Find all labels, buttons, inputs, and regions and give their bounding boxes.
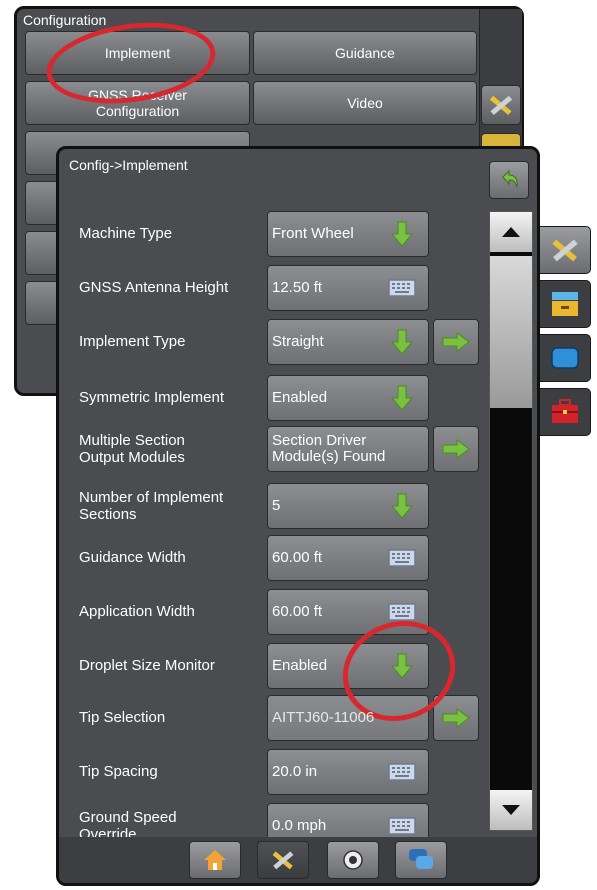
camera-nav-button[interactable]	[327, 841, 379, 879]
arrow-down-icon	[391, 653, 413, 679]
screen-icon	[551, 347, 579, 369]
tip-spacing-value: 20.0 in	[272, 763, 318, 780]
scroll-thumb[interactable]	[490, 256, 532, 408]
config-implement-panel: Config->Implement Machine Type Front Whee…	[56, 146, 540, 886]
triangle-down-icon	[502, 805, 520, 815]
gnss-antenna-height-keyboard-button[interactable]	[380, 269, 424, 307]
arrow-down-icon	[391, 385, 413, 411]
symmetric-implement-field[interactable]: Enabled	[267, 375, 429, 421]
machine-type-field[interactable]: Front Wheel	[267, 211, 429, 257]
tip-spacing-keyboard-button[interactable]	[380, 753, 424, 791]
implement-type-next-button[interactable]	[433, 319, 479, 365]
application-width-field[interactable]: 60.00 ft	[267, 589, 429, 635]
keyboard-icon	[388, 817, 416, 835]
video-button[interactable]: Video	[253, 81, 477, 125]
implement-button-label: Implement	[104, 45, 171, 61]
tip-spacing-label: Tip Spacing	[79, 763, 158, 780]
gnss-antenna-height-label: GNSS Antenna Height	[79, 279, 229, 296]
implement-type-dropdown-button[interactable]	[380, 323, 424, 361]
chat-icon	[409, 849, 433, 869]
implement-type-value: Straight	[272, 333, 324, 350]
tools-icon	[272, 851, 294, 870]
multiple-section-output-modules-label: Multiple Section Output Modules	[79, 432, 185, 466]
droplet-size-monitor-field[interactable]: Enabled	[267, 643, 429, 689]
number-of-implement-sections-field[interactable]: 5	[267, 483, 429, 529]
symmetric-implement-label: Symmetric Implement	[79, 389, 225, 406]
arrow-down-icon	[391, 329, 413, 355]
guidance-width-keyboard-button[interactable]	[380, 539, 424, 577]
bottom-navigation	[59, 837, 537, 883]
tools-icon	[489, 95, 513, 116]
gnss-antenna-height-value: 12.50 ft	[272, 279, 323, 296]
arrow-right-icon	[442, 439, 470, 459]
side-tab-console[interactable]	[540, 280, 591, 328]
symmetric-implement-dropdown-button[interactable]	[380, 379, 424, 417]
machine-type-label: Machine Type	[79, 225, 173, 242]
tip-selection-value: AITTJ60-11006	[272, 709, 375, 726]
scroll-up-button[interactable]	[490, 212, 532, 252]
arrow-right-icon	[442, 708, 470, 728]
toolbox-icon	[552, 399, 578, 423]
gnss-receiver-configuration-button[interactable]: GNSS Receiver Configuration	[25, 81, 250, 125]
keyboard-icon	[388, 763, 416, 781]
tip-spacing-field[interactable]: 20.0 in	[267, 749, 429, 795]
implement-type-field[interactable]: Straight	[267, 319, 429, 365]
keyboard-icon	[388, 279, 416, 297]
multiple-section-output-modules-value: Section Driver Module(s) Found	[272, 432, 386, 465]
guidance-width-field[interactable]: 60.00 ft	[267, 535, 429, 581]
return-button[interactable]	[489, 161, 529, 199]
multiple-section-output-modules-field[interactable]: Section Driver Module(s) Found	[267, 426, 429, 472]
number-of-implement-sections-dropdown-button[interactable]	[380, 487, 424, 525]
application-width-value: 60.00 ft	[272, 603, 323, 620]
side-tab-screen[interactable]	[540, 334, 591, 382]
application-width-label: Application Width	[79, 603, 195, 620]
triangle-up-icon	[502, 227, 520, 237]
arrow-down-icon	[391, 221, 413, 247]
application-width-keyboard-button[interactable]	[380, 593, 424, 631]
arrow-right-icon	[442, 332, 470, 352]
droplet-size-monitor-value: Enabled	[272, 657, 328, 674]
symmetric-implement-value: Enabled	[272, 389, 328, 406]
implement-button[interactable]: Implement	[25, 31, 250, 75]
gnss-antenna-height-field[interactable]: 12.50 ft	[267, 265, 429, 311]
chat-nav-button[interactable]	[395, 841, 447, 879]
guidance-button-label: Guidance	[335, 45, 395, 61]
tip-selection-next-button[interactable]	[433, 695, 479, 741]
return-arrow-icon	[502, 169, 518, 188]
side-tab-toolbox[interactable]	[540, 388, 591, 436]
home-icon	[204, 850, 226, 870]
implement-type-label: Implement Type	[79, 333, 186, 350]
multiple-section-output-modules-next-button[interactable]	[433, 426, 479, 472]
tools-icon	[552, 239, 578, 262]
tip-selection-field[interactable]: AITTJ60-11006	[267, 695, 429, 741]
gnss-button-label: GNSS Receiver Configuration	[88, 87, 187, 119]
ground-speed-override-value: 0.0 mph	[272, 817, 327, 834]
droplet-size-monitor-dropdown-button[interactable]	[380, 647, 424, 685]
guidance-button[interactable]: Guidance	[253, 31, 477, 75]
console-icon	[552, 292, 578, 316]
panel-title: Config->Implement	[69, 157, 188, 173]
keyboard-icon	[388, 549, 416, 567]
side-tab-tools[interactable]	[540, 226, 591, 274]
tip-selection-label: Tip Selection	[79, 709, 166, 726]
configuration-title: Configuration	[23, 12, 107, 28]
guidance-width-value: 60.00 ft	[272, 549, 323, 566]
video-button-label: Video	[347, 95, 383, 111]
number-of-implement-sections-value: 5	[272, 497, 281, 514]
keyboard-icon	[388, 603, 416, 621]
droplet-size-monitor-label: Droplet Size Monitor	[79, 657, 215, 674]
scrollbar[interactable]	[489, 211, 533, 831]
back-tools-tab[interactable]	[481, 85, 521, 125]
arrow-down-icon	[391, 493, 413, 519]
number-of-implement-sections-label: Number of Implement Sections	[79, 489, 224, 523]
tools-nav-button[interactable]	[257, 841, 309, 879]
machine-type-dropdown-button[interactable]	[380, 215, 424, 253]
home-nav-button[interactable]	[189, 841, 241, 879]
machine-type-value: Front Wheel	[272, 225, 354, 242]
camera-icon	[343, 850, 363, 870]
guidance-width-label: Guidance Width	[79, 549, 186, 566]
scroll-down-button[interactable]	[490, 790, 532, 830]
